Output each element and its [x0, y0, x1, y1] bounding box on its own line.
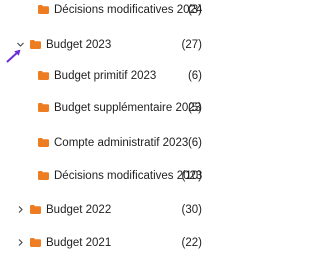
tree-item-budget-primitif-2023[interactable]: Budget primitif 2023 (6) [0, 65, 208, 87]
folder-icon [30, 238, 41, 247]
arrow-cursor-icon [6, 49, 21, 63]
folder-icon [38, 103, 49, 112]
folder-icon [30, 40, 41, 49]
tree-item-budget-2022[interactable]: Budget 2022 (30) [0, 199, 208, 221]
folder-icon [38, 171, 49, 180]
tree-item-label: Budget supplémentaire 2023 [54, 102, 202, 114]
tree-item-count: (5) [187, 102, 202, 114]
tree-item-label: Budget primitif 2023 [54, 70, 157, 82]
tree-item-count: (27) [181, 39, 202, 51]
tree-item-label: Décisions modificatives 2024 [54, 4, 203, 16]
tree-item-budget-2023[interactable]: Budget 2023 (27) [0, 34, 208, 56]
tree-item-label: Budget 2021 [46, 237, 112, 249]
tree-item-budget-supplementaire-2023[interactable]: Budget supplémentaire 2023 (5) [0, 97, 208, 119]
folder-icon [38, 138, 49, 147]
tree-item-compte-administratif-2023[interactable]: Compte administratif 2023 (6) [0, 132, 208, 154]
tree-item-count: (22) [181, 237, 202, 249]
tree-item-count: (6) [187, 70, 202, 82]
tree-item-count: (10) [181, 170, 202, 182]
folder-icon [38, 71, 49, 80]
tree-item-count: (30) [181, 204, 202, 216]
tree-item-decisions-modificatives-2023[interactable]: Décisions modificatives 2023 (10) [0, 165, 208, 187]
tree-item-budget-2021[interactable]: Budget 2021 (22) [0, 232, 208, 254]
tree-item-label: Compte administratif 2023 [54, 137, 189, 149]
tree-item-label: Budget 2022 [46, 204, 112, 216]
tree-item-decisions-modificatives-2024[interactable]: Décisions modificatives 2024 (3) [0, 0, 208, 21]
folder-tree: Décisions modificatives 2024 (3) Budget … [0, 0, 208, 256]
chevron-down-icon[interactable] [16, 40, 25, 49]
chevron-right-icon[interactable] [16, 205, 25, 214]
tree-item-label: Décisions modificatives 2023 [54, 170, 203, 182]
tree-item-count: (3) [187, 4, 202, 16]
tree-item-label: Budget 2023 [46, 39, 112, 51]
folder-icon [30, 205, 41, 214]
tree-item-count: (6) [187, 137, 202, 149]
folder-icon [38, 5, 49, 14]
chevron-right-icon[interactable] [16, 238, 25, 247]
